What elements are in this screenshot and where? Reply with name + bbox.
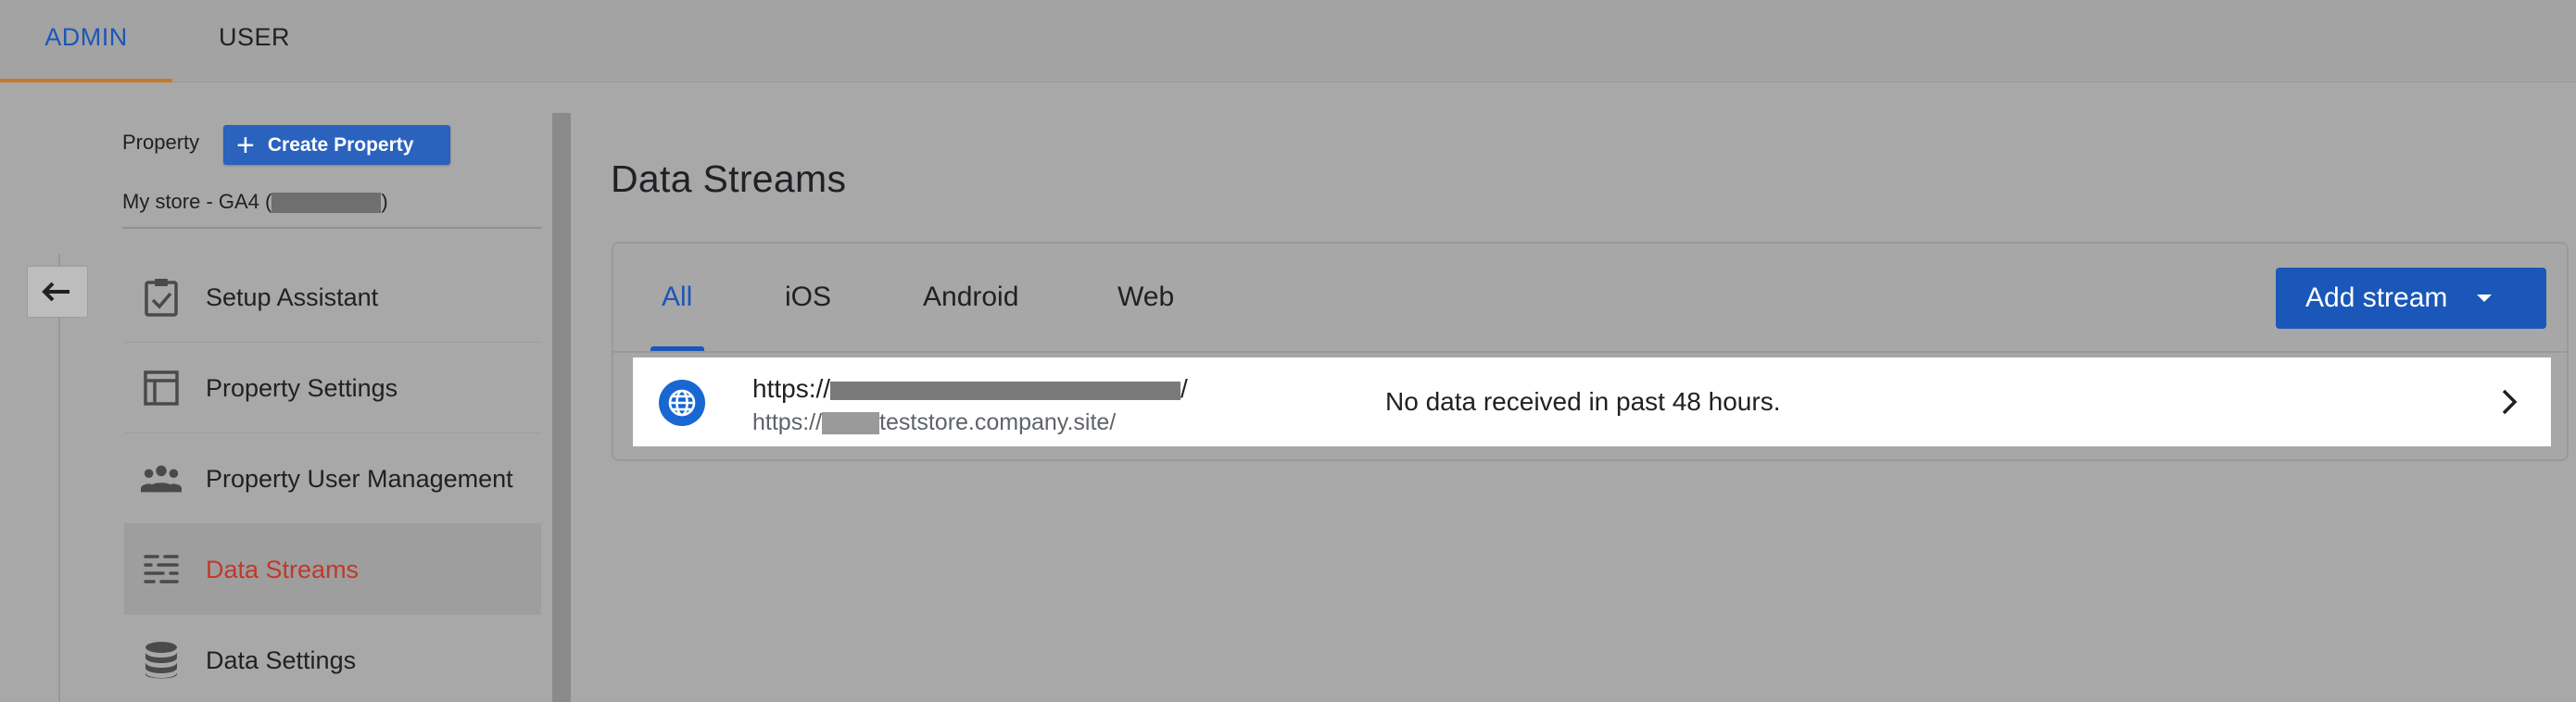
stream-name-prefix: https://	[752, 374, 831, 403]
redacted-url-part	[822, 412, 880, 435]
stream-status: No data received in past 48 hours.	[1385, 387, 1781, 416]
stream-name: https:// /	[752, 374, 1188, 404]
back-button[interactable]	[27, 266, 88, 318]
tab-web[interactable]: Web	[1118, 244, 1174, 351]
tabs-divider	[613, 351, 2567, 353]
clipboard-check-icon	[141, 277, 182, 318]
sidebar-item-label: Property Settings	[206, 374, 398, 402]
add-stream-label: Add stream	[2305, 282, 2448, 313]
sidebar-scrollbar[interactable]	[552, 113, 571, 702]
nav-divider-line	[58, 254, 60, 266]
sidebar-item-property-user-management[interactable]: Property User Management	[124, 433, 541, 524]
plus-icon: +	[236, 127, 255, 163]
tab-ios[interactable]: iOS	[785, 244, 831, 351]
streams-icon	[141, 549, 182, 590]
database-icon	[141, 640, 182, 681]
sidebar-item-label: Property User Management	[206, 465, 513, 493]
property-name-prefix: My store - GA4 (	[122, 190, 272, 213]
tab-all[interactable]: All	[662, 244, 692, 351]
layout-icon	[141, 368, 182, 408]
stream-url: https:// teststore.company.site/	[752, 409, 1116, 436]
tab-user[interactable]: USER	[219, 0, 290, 82]
stream-name-suffix: /	[1181, 374, 1188, 403]
page-title: Data Streams	[611, 157, 847, 200]
stream-row[interactable]: https:// / https:// teststore.company.site…	[633, 357, 2551, 446]
sidebar-item-label: Data Streams	[206, 556, 360, 583]
nav-divider-line	[58, 318, 60, 702]
property-label: Property	[122, 131, 200, 154]
redacted-stream-name	[830, 381, 1181, 400]
tab-admin[interactable]: ADMIN	[0, 0, 172, 82]
chevron-right-icon[interactable]	[2492, 384, 2527, 420]
top-tab-bar: ADMIN USER	[0, 0, 2576, 82]
tab-android[interactable]: Android	[923, 244, 1018, 351]
sidebar-item-property-settings[interactable]: Property Settings	[124, 343, 541, 433]
create-property-button[interactable]: + Create Property	[223, 125, 450, 165]
people-icon	[141, 458, 182, 499]
property-selector[interactable]: My store - GA4 ()	[122, 190, 388, 214]
property-divider	[122, 227, 541, 229]
dropdown-caret-icon	[2477, 295, 2493, 302]
sidebar-item-label: Setup Assistant	[206, 283, 379, 311]
sidebar-item-data-streams[interactable]: Data Streams	[124, 524, 541, 615]
stream-url-suffix: teststore.company.site/	[879, 409, 1117, 435]
create-property-label: Create Property	[267, 133, 414, 156]
redacted-property-id	[271, 193, 382, 214]
globe-icon	[659, 380, 705, 426]
add-stream-button[interactable]: Add stream	[2276, 268, 2546, 329]
sidebar-item-setup-assistant[interactable]: Setup Assistant	[124, 252, 541, 343]
property-name-suffix: )	[381, 190, 388, 213]
sidebar-item-label: Data Settings	[206, 646, 357, 674]
back-arrow-icon	[42, 282, 69, 302]
stream-url-prefix: https://	[752, 409, 823, 435]
sidebar-item-data-settings[interactable]: Data Settings	[124, 615, 541, 702]
